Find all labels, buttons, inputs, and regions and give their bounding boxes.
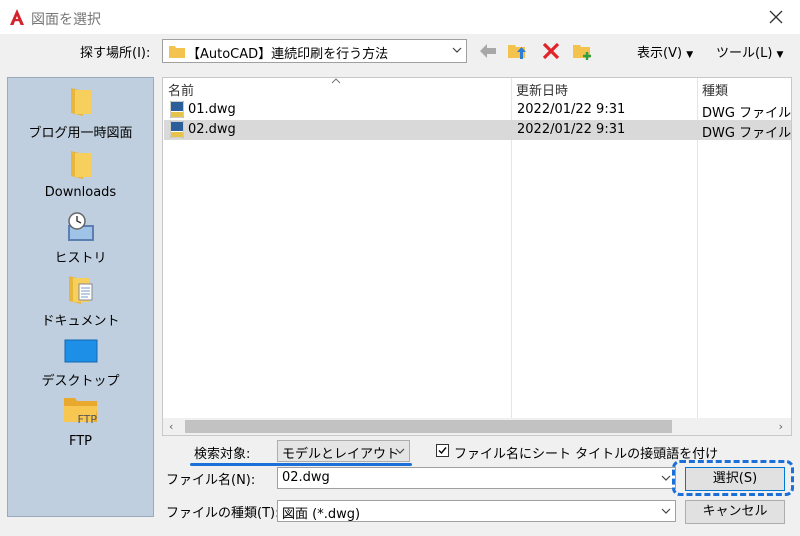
new-folder-icon[interactable] xyxy=(571,40,593,62)
search-target-combo[interactable]: モデルとレイアウト xyxy=(277,440,410,462)
file-name-input[interactable]: 02.dwg xyxy=(277,467,676,489)
view-menu-label: 表示(V) xyxy=(637,46,683,61)
history-icon xyxy=(67,212,94,241)
file-type: DWG ファイル xyxy=(702,106,792,121)
chevron-down-icon[interactable] xyxy=(661,474,671,482)
window-title: 図面を選択 xyxy=(31,12,101,28)
dwg-file-icon xyxy=(170,101,184,118)
select-button[interactable]: 選択(S) xyxy=(685,467,785,491)
table-row[interactable]: 02.dwg 2022/01/22 9:31 DWG ファイル xyxy=(164,120,792,141)
close-icon[interactable] xyxy=(766,7,786,27)
file-date: 2022/01/22 9:31 xyxy=(517,122,626,137)
scroll-left-icon[interactable]: ‹ xyxy=(169,420,173,433)
folder-icon xyxy=(70,88,91,116)
file-name-label: ファイル名(N): xyxy=(166,473,256,488)
autocad-logo-icon xyxy=(10,9,24,25)
tools-menu[interactable]: ツール(L) ▼ xyxy=(716,42,783,61)
place-label: ブログ用一時図面 xyxy=(28,126,133,141)
chevron-down-icon xyxy=(395,448,405,454)
checkmark-icon xyxy=(438,447,447,455)
file-list[interactable]: 名前 更新日時 種類 01.dwg 2022/01/22 9:31 DWG ファ… xyxy=(162,77,792,436)
ftp-badge: FTP xyxy=(77,413,98,426)
title-bar: 図面を選択 xyxy=(0,0,800,34)
desktop-icon xyxy=(64,339,97,363)
dwg-file-icon xyxy=(170,121,184,138)
place-label: Downloads xyxy=(44,185,117,200)
sort-ascending-icon xyxy=(331,78,341,84)
tools-menu-label: ツール(L) xyxy=(716,46,773,61)
scroll-right-icon[interactable]: › xyxy=(779,420,783,433)
folder-icon xyxy=(70,151,91,179)
place-ftp[interactable]: FTP FTP xyxy=(8,396,153,449)
file-name: 01.dwg xyxy=(188,102,236,117)
horizontal-scrollbar[interactable]: ‹ › xyxy=(163,418,791,435)
scrollbar-thumb[interactable] xyxy=(185,420,672,433)
file-date: 2022/01/22 9:31 xyxy=(517,102,626,117)
place-documents[interactable]: ドキュメント xyxy=(8,274,153,329)
dropdown-arrow-icon: ▼ xyxy=(686,50,694,60)
place-desktop[interactable]: デスクトップ xyxy=(8,338,153,389)
place-history[interactable]: ヒストリ xyxy=(8,211,153,266)
look-in-value: 【AutoCAD】連続印刷を行う方法 xyxy=(187,47,389,62)
file-type: DWG ファイル xyxy=(702,126,792,141)
look-in-label: 探す場所(I): xyxy=(80,46,151,61)
view-menu[interactable]: 表示(V) ▼ xyxy=(637,42,693,61)
up-folder-icon[interactable] xyxy=(506,40,528,62)
highlight-underline xyxy=(190,463,412,466)
place-downloads[interactable]: Downloads xyxy=(8,149,153,200)
cancel-button[interactable]: キャンセル xyxy=(685,500,785,524)
file-type-combo[interactable]: 図面 (*.dwg) xyxy=(277,500,676,522)
file-type-value: 図面 (*.dwg) xyxy=(282,507,361,522)
place-label: FTP xyxy=(68,434,93,449)
place-label: ヒストリ xyxy=(54,251,107,266)
documents-folder-icon xyxy=(68,276,92,304)
table-row[interactable]: 01.dwg 2022/01/22 9:31 DWG ファイル xyxy=(164,100,792,121)
search-target-value: モデルとレイアウト xyxy=(282,447,400,462)
file-name: 02.dwg xyxy=(188,122,236,137)
places-bar: ブログ用一時図面 Downloads ヒストリ ドキュメント デスクトップ FT… xyxy=(7,77,154,517)
sheet-title-prefix-checkbox[interactable] xyxy=(436,444,449,457)
back-arrow-icon[interactable] xyxy=(477,40,499,62)
file-name-value: 02.dwg xyxy=(282,470,330,485)
file-type-label: ファイルの種類(T): xyxy=(166,506,280,521)
chevron-down-icon xyxy=(452,47,462,53)
search-target-label: 検索対象: xyxy=(194,447,251,462)
chevron-down-icon xyxy=(661,508,671,514)
delete-icon[interactable] xyxy=(540,40,562,62)
folder-icon xyxy=(169,46,185,58)
place-label: デスクトップ xyxy=(41,374,120,389)
place-label: ドキュメント xyxy=(41,314,120,329)
look-in-combo[interactable]: 【AutoCAD】連続印刷を行う方法 xyxy=(162,39,467,63)
column-header-name[interactable]: 名前 xyxy=(168,80,194,99)
column-header-date[interactable]: 更新日時 xyxy=(516,80,568,99)
column-header-type[interactable]: 種類 xyxy=(702,80,728,99)
dropdown-arrow-icon: ▼ xyxy=(776,50,784,60)
place-blog-drawings[interactable]: ブログ用一時図面 xyxy=(8,86,153,141)
